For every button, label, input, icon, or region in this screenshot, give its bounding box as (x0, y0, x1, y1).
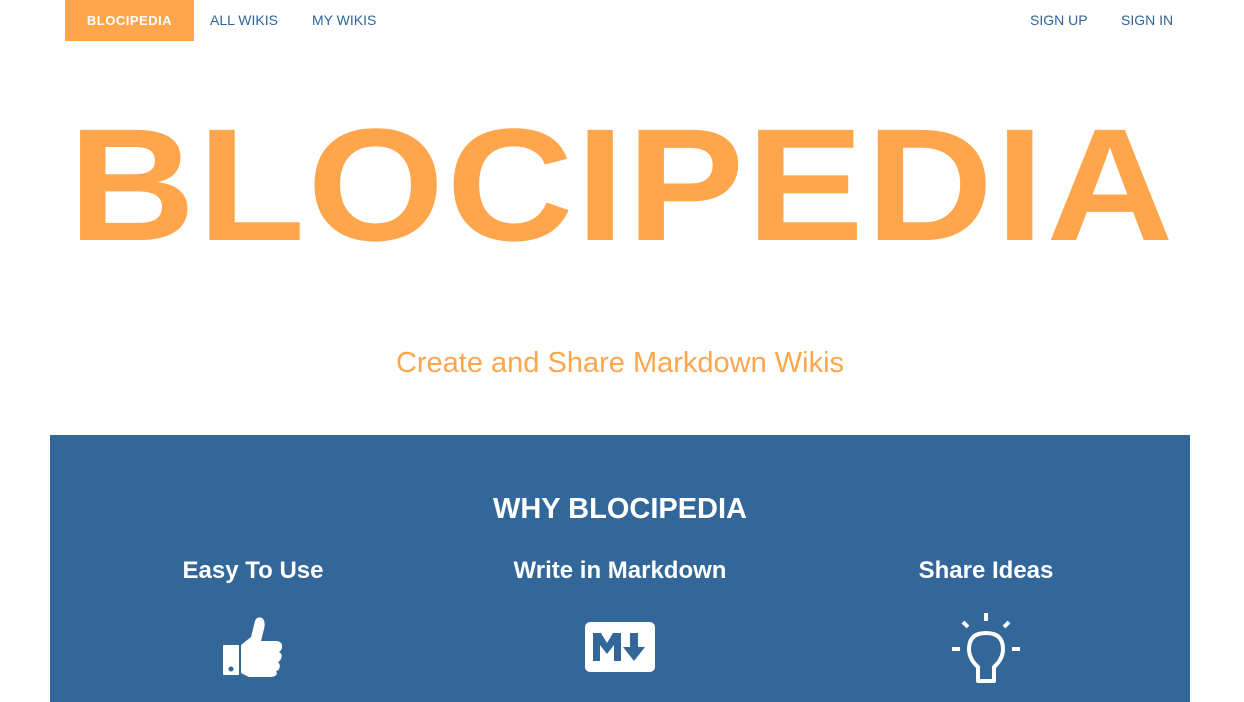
nav-all-wikis[interactable]: ALL WIKIS (210, 12, 278, 28)
hero-title: BLOCIPEDIA (68, 95, 1176, 274)
nav-my-wikis[interactable]: MY WIKIS (312, 12, 376, 28)
feature-title: Share Ideas (918, 557, 1054, 584)
feature-easy-to-use: Easy To Use (103, 557, 403, 677)
lightbulb-icon (949, 613, 1023, 687)
thumbs-up-icon (221, 615, 285, 687)
feature-share-ideas: Share Ideas (836, 557, 1136, 683)
feature-write-in-markdown: Write in Markdown (470, 557, 770, 672)
feature-title: Write in Markdown (513, 557, 727, 584)
feature-title: Easy To Use (182, 557, 324, 584)
markdown-icon (584, 615, 656, 687)
brand-link[interactable]: BLOCIPEDIA (65, 0, 194, 41)
nav-sign-up[interactable]: SIGN UP (1030, 12, 1088, 28)
hero-subtitle: Create and Share Markdown Wikis (395, 347, 845, 379)
why-section: WHY BLOCIPEDIA Easy To Use Write in Mark… (50, 435, 1190, 702)
why-heading: WHY BLOCIPEDIA (492, 493, 748, 525)
nav-sign-in[interactable]: SIGN IN (1121, 12, 1173, 28)
navbar: BLOCIPEDIA ALL WIKIS MY WIKIS SIGN UP SI… (0, 0, 1244, 41)
